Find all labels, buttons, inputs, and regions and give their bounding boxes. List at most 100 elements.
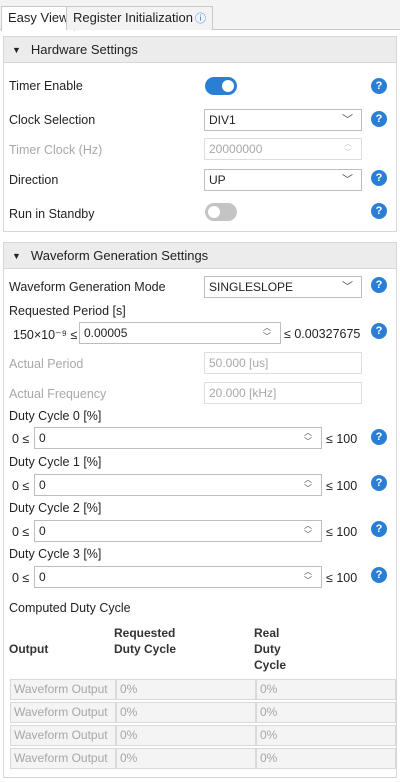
- direction-dropdown[interactable]: UP ﹀: [204, 169, 362, 191]
- duty-cycle-2-value: 0: [39, 524, 46, 538]
- duty-cycle-2-label: Duty Cycle 2 [%]: [9, 501, 102, 515]
- waveform-settings-panel: ▼ Waveform Generation Settings Waveform G…: [3, 242, 397, 778]
- output-cell: Waveform Output: [10, 725, 116, 746]
- requested-period-spinner[interactable]: ︿ ﹀: [262, 324, 272, 342]
- clock-selection-label: Clock Selection: [9, 113, 96, 127]
- output-cell: Waveform Output: [10, 748, 116, 769]
- waveform-mode-dropdown[interactable]: SINGLESLOPE ﹀: [204, 276, 362, 298]
- run-in-standby-help-icon[interactable]: ?: [371, 203, 387, 219]
- spin-up-icon: ︿: [344, 139, 352, 148]
- spin-down-icon: ﹀: [344, 148, 352, 157]
- spin-up-icon[interactable]: ︿: [303, 476, 313, 484]
- run-in-standby-toggle[interactable]: [205, 203, 237, 221]
- duty-cycle-2-spinner[interactable]: ︿ ﹀: [303, 522, 313, 540]
- toggle-knob: [222, 80, 234, 92]
- clock-selection-dropdown[interactable]: DIV1 ﹀: [204, 109, 362, 131]
- requested-cell: 0%: [116, 748, 256, 769]
- hardware-settings-title: Hardware Settings: [30, 42, 138, 57]
- duty-cycle-2-max: ≤ 100: [326, 525, 358, 539]
- chevron-down-icon: ﹀: [342, 114, 353, 126]
- timer-enable-label: Timer Enable: [9, 79, 83, 93]
- spin-up-icon[interactable]: ︿: [303, 429, 313, 437]
- timer-clock-label: Timer Clock (Hz): [9, 143, 103, 157]
- duty-cycle-0-value: 0: [39, 431, 46, 445]
- waveform-mode-value: SINGLESLOPE: [209, 280, 294, 294]
- requested-period-help-icon[interactable]: ?: [371, 323, 387, 339]
- duty-cycle-0-min: 0 ≤: [12, 432, 30, 446]
- direction-help-icon[interactable]: ?: [371, 170, 387, 186]
- duty-cycle-2-help-icon[interactable]: ?: [371, 521, 387, 537]
- table-row: Waveform Output 0% 0%: [10, 748, 396, 769]
- spin-down-icon[interactable]: ﹀: [262, 333, 272, 341]
- waveform-settings-header[interactable]: ▼ Waveform Generation Settings: [4, 243, 396, 269]
- hardware-settings-header[interactable]: ▼ Hardware Settings: [4, 37, 396, 63]
- requested-period-min: 150×10⁻⁹ ≤: [13, 328, 78, 342]
- clock-selection-value: DIV1: [209, 113, 236, 127]
- spin-up-icon[interactable]: ︿: [303, 522, 313, 530]
- spin-down-icon[interactable]: ﹀: [303, 577, 313, 585]
- duty-cycle-1-max: ≤ 100: [326, 479, 358, 493]
- actual-period-field: 50.000 [us]: [204, 352, 362, 374]
- actual-frequency-field: 20.000 [kHz]: [204, 382, 362, 404]
- table-row: Waveform Output 0% 0%: [10, 679, 396, 700]
- table-header-real: Real Duty Cycle: [254, 626, 287, 672]
- duty-cycle-0-label: Duty Cycle 0 [%]: [9, 409, 102, 423]
- requested-cell: 0%: [116, 725, 256, 746]
- duty-cycle-1-label: Duty Cycle 1 [%]: [9, 455, 102, 469]
- duty-cycle-1-help-icon[interactable]: ?: [371, 475, 387, 491]
- timer-enable-help-icon[interactable]: ?: [371, 78, 387, 94]
- direction-value: UP: [209, 173, 226, 187]
- duty-cycle-3-spinner[interactable]: ︿ ﹀: [303, 568, 313, 586]
- run-in-standby-label: Run in Standby: [9, 207, 95, 221]
- timer-enable-toggle[interactable]: [205, 77, 237, 95]
- duty-cycle-0-input[interactable]: 0 ︿ ﹀: [34, 427, 322, 449]
- collapse-icon: ▼: [12, 45, 21, 55]
- table-row: Waveform Output 0% 0%: [10, 702, 396, 723]
- output-cell: Waveform Output: [10, 702, 116, 723]
- hardware-settings-panel: ▼ Hardware Settings Timer Enable ? Clock …: [3, 36, 397, 232]
- requested-period-max: ≤ 0.00327675: [284, 327, 361, 341]
- duty-cycle-0-max: ≤ 100: [326, 432, 358, 446]
- duty-cycle-1-input[interactable]: 0 ︿ ﹀: [34, 474, 322, 496]
- output-cell: Waveform Output: [10, 679, 116, 700]
- duty-cycle-3-input[interactable]: 0 ︿ ﹀: [34, 566, 322, 588]
- actual-period-value: 50.000 [us]: [209, 356, 269, 370]
- duty-cycle-3-label: Duty Cycle 3 [%]: [9, 547, 102, 561]
- duty-cycle-2-input[interactable]: 0 ︿ ﹀: [34, 520, 322, 542]
- collapse-icon: ▼: [12, 251, 21, 261]
- spin-up-icon[interactable]: ︿: [262, 324, 272, 332]
- waveform-settings-title: Waveform Generation Settings: [30, 248, 209, 263]
- requested-cell: 0%: [116, 702, 256, 723]
- spin-down-icon[interactable]: ﹀: [303, 531, 313, 539]
- timer-clock-value: 20000000: [209, 142, 263, 156]
- toggle-knob: [208, 206, 220, 218]
- duty-cycle-1-spinner[interactable]: ︿ ﹀: [303, 476, 313, 494]
- tab-easy-view-label: Easy View: [8, 10, 69, 25]
- tab-easy-view[interactable]: Easy View: [1, 6, 76, 31]
- timer-clock-spinner: ︿ ﹀: [343, 140, 353, 158]
- spin-up-icon[interactable]: ︿: [303, 568, 313, 576]
- spin-down-icon[interactable]: ﹀: [303, 438, 313, 446]
- duty-cycle-3-help-icon[interactable]: ?: [371, 567, 387, 583]
- requested-period-input[interactable]: 0.00005 ︿ ﹀: [79, 322, 281, 344]
- duty-cycle-3-max: ≤ 100: [326, 571, 358, 585]
- requested-period-value: 0.00005: [84, 326, 128, 340]
- spin-down-icon[interactable]: ﹀: [303, 485, 313, 493]
- clock-selection-help-icon[interactable]: ?: [371, 111, 387, 127]
- tab-bar: Easy View Register Initialization ⓘ: [0, 0, 400, 31]
- real-cell: 0%: [256, 725, 396, 746]
- direction-label: Direction: [9, 173, 59, 187]
- duty-cycle-3-min: 0 ≤: [12, 571, 30, 585]
- computed-duty-cycle-title: Computed Duty Cycle: [9, 601, 131, 615]
- table-header-output: Output: [9, 642, 49, 656]
- waveform-mode-help-icon[interactable]: ?: [371, 277, 387, 293]
- waveform-mode-label: Waveform Generation Mode: [9, 280, 166, 294]
- duty-cycle-0-spinner[interactable]: ︿ ﹀: [303, 429, 313, 447]
- actual-frequency-label: Actual Frequency: [9, 387, 107, 401]
- requested-cell: 0%: [116, 679, 256, 700]
- tab-register-initialization[interactable]: Register Initialization ⓘ: [66, 6, 213, 30]
- real-cell: 0%: [256, 702, 396, 723]
- tab-register-initialization-label: Register Initialization: [73, 10, 193, 25]
- duty-cycle-0-help-icon[interactable]: ?: [371, 429, 387, 445]
- requested-period-label: Requested Period [s]: [9, 304, 126, 318]
